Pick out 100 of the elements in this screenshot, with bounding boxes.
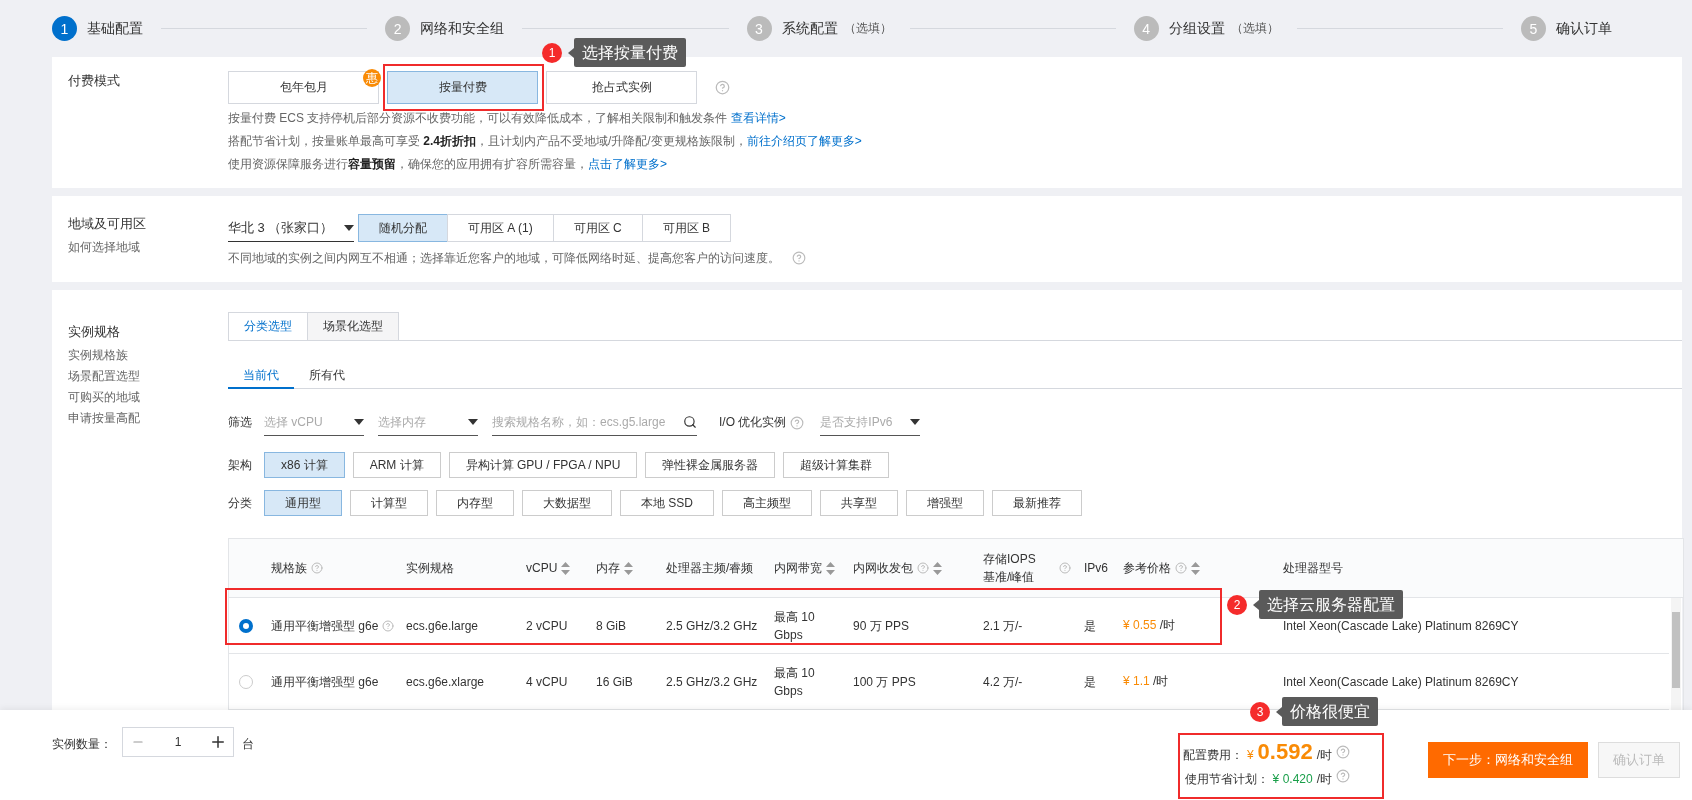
zone-option[interactable]: 可用区 B <box>641 214 732 242</box>
category-option[interactable]: 增强型 <box>906 490 984 516</box>
region-select[interactable]: 华北 3 （张家口） <box>228 214 354 242</box>
info-note: 使用资源保障服务进行容量预留，确保您的应用拥有扩容所需容量，点击了解更多> <box>228 156 667 173</box>
table-cell-text: 是 <box>1084 618 1097 633</box>
architecture-option[interactable]: 异构计算 GPU / FPGA / NPU <box>448 452 638 478</box>
info-link[interactable]: 点击了解更多> <box>588 157 667 171</box>
table-cell-text: Intel Xeon(Cascade Lake) Platinum 8269CY <box>1283 618 1520 633</box>
payment-option[interactable]: 按量付费 <box>387 71 538 104</box>
table-cell-text: 4 vCPU <box>526 674 569 689</box>
column-header: 内网收发包 <box>853 559 913 577</box>
architecture-option[interactable]: 弹性裸金属服务器 <box>645 452 776 478</box>
category-option[interactable]: 大数据型 <box>522 490 612 516</box>
category-option[interactable]: 共享型 <box>820 490 898 516</box>
table-cell-text: ecs.g6e.large <box>406 618 480 633</box>
step-number: 1 <box>52 16 77 41</box>
tab[interactable]: 场景化选型 <box>307 312 399 340</box>
step-number: 2 <box>385 16 411 41</box>
side-link[interactable]: 申请按量高配 <box>68 410 228 426</box>
info-link[interactable]: 查看详情> <box>730 111 786 125</box>
section-label: 地域及可用区 <box>68 215 147 233</box>
help-icon[interactable] <box>1175 562 1187 574</box>
help-icon[interactable] <box>917 562 929 574</box>
discount-badge: 惠 <box>363 69 381 87</box>
row-label: 架构 <box>228 456 253 474</box>
side-link[interactable]: 实例规格族 <box>68 347 228 363</box>
price-unit: /时 <box>1316 747 1332 764</box>
table-cell-text: 是 <box>1084 674 1097 689</box>
zone-option[interactable]: 随机分配 <box>358 214 448 242</box>
help-icon[interactable] <box>1059 562 1071 574</box>
table-cell-text: 2.5 GHz/3.2 GHz <box>666 618 759 633</box>
table-cell-text: 最高 10 Gbps <box>774 608 816 644</box>
plan-price: ¥ 0.420 <box>1272 772 1313 786</box>
payment-option[interactable]: 包年包月 惠 <box>228 71 379 104</box>
architecture-option[interactable]: 超级计算集群 <box>783 452 890 478</box>
table-cell-text: 2.5 GHz/3.2 GHz <box>666 674 759 689</box>
payment-option[interactable]: 抢占式实例 <box>546 71 697 104</box>
help-icon[interactable] <box>311 562 323 574</box>
category-option[interactable]: 高主频型 <box>722 490 812 516</box>
price-unit: /时 <box>1316 771 1332 788</box>
category-option[interactable]: 本地 SSD <box>620 490 714 516</box>
table-cell-text: 4.2 万/- <box>983 674 1024 689</box>
tab[interactable]: 分类选型 <box>228 312 308 340</box>
price-cell: ¥ 1.1 /时 <box>1123 674 1169 688</box>
step-note: （选填） <box>843 20 892 37</box>
step-number: 5 <box>1521 16 1546 41</box>
caret-icon <box>910 419 921 425</box>
generation-tab[interactable]: 当前代 <box>228 363 294 389</box>
step-badge: 1 <box>542 42 562 63</box>
info-link[interactable]: 前往介绍页了解更多> <box>746 134 862 148</box>
radio-button[interactable] <box>239 618 253 633</box>
sort-icon[interactable] <box>624 561 633 575</box>
quantity-unit: 台 <box>242 736 254 753</box>
sort-icon[interactable] <box>826 561 835 575</box>
column-header: 处理器主频/睿频 <box>666 559 754 577</box>
side-link[interactable]: 可购买的地域 <box>68 389 228 405</box>
sort-icon[interactable] <box>1191 561 1200 575</box>
step-label: 确认订单 <box>1556 19 1612 38</box>
scrollbar[interactable] <box>1671 598 1681 710</box>
sort-icon[interactable] <box>561 561 571 575</box>
category-option[interactable]: 通用型 <box>264 490 342 516</box>
table-cell-text: Intel Xeon(Cascade Lake) Platinum 8269CY <box>1283 674 1520 689</box>
table-cell-text: 通用平衡增强型 g6e <box>271 617 379 635</box>
quantity-stepper[interactable]: 1 <box>122 727 234 757</box>
column-header: vCPU <box>526 561 558 575</box>
architecture-option[interactable]: x86 计算 <box>264 452 345 478</box>
category-option[interactable]: 最新推荐 <box>992 490 1082 516</box>
step-label: 基础配置 <box>87 19 143 38</box>
architecture-option[interactable]: ARM 计算 <box>352 452 441 478</box>
column-header: 实例规格 <box>406 559 454 577</box>
callout-tooltip: 选择云服务器配置 <box>1253 590 1403 619</box>
generation-tab[interactable]: 所有代 <box>294 363 360 389</box>
caret-icon <box>354 419 364 425</box>
search-icon <box>683 415 697 429</box>
column-header: IPv6 <box>1084 561 1108 575</box>
row-label: 筛选 <box>228 414 253 431</box>
table-cell-text: 8 GiB <box>596 618 627 633</box>
side-link[interactable]: 场景配置选型 <box>68 368 228 384</box>
column-header: 存储IOPS 基准/峰值 <box>983 551 1037 586</box>
zone-option[interactable]: 可用区 A (1) <box>447 214 554 242</box>
help-icon[interactable] <box>382 619 395 632</box>
section-label: 实例规格 <box>68 323 121 341</box>
table-cell-text: 2.1 万/- <box>983 618 1024 633</box>
caret-icon <box>344 224 354 231</box>
category-option[interactable]: 计算型 <box>350 490 428 516</box>
help-icon[interactable] <box>1336 769 1350 783</box>
help-icon[interactable] <box>715 80 730 95</box>
column-header: 处理器型号 <box>1283 559 1343 577</box>
quantity-label: 实例数量： <box>52 736 112 753</box>
row-label: 分类 <box>228 494 253 512</box>
help-icon[interactable] <box>792 251 806 265</box>
side-link[interactable]: 如何选择地域 <box>68 239 228 255</box>
filter-label: I/O 优化实例 <box>719 414 787 431</box>
help-icon[interactable] <box>790 415 805 430</box>
currency-symbol: ¥ <box>1246 748 1254 762</box>
column-header: 参考价格 <box>1123 559 1171 577</box>
help-icon[interactable] <box>1336 745 1350 759</box>
category-option[interactable]: 内存型 <box>436 490 514 516</box>
sort-icon[interactable] <box>933 561 942 575</box>
zone-option[interactable]: 可用区 C <box>552 214 643 242</box>
